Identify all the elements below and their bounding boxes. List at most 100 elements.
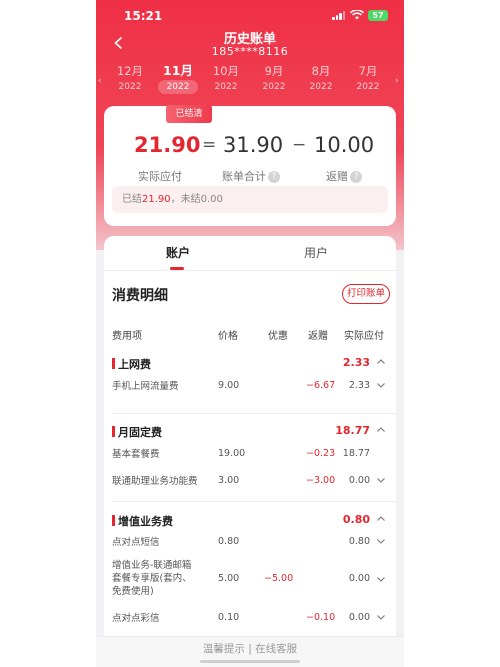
footer-divider: | bbox=[248, 643, 252, 655]
divider bbox=[104, 270, 396, 271]
month-label: 12月 bbox=[116, 64, 144, 78]
group-total: 2.33 bbox=[342, 356, 370, 369]
signal-icon bbox=[332, 11, 346, 20]
wifi-icon bbox=[350, 10, 364, 20]
item-price: 9.00 bbox=[218, 380, 240, 391]
month-year: 2022 bbox=[158, 80, 198, 94]
group-name: 上网费 bbox=[118, 358, 151, 371]
month-year: 2022 bbox=[118, 82, 142, 92]
total-label-wrap: 账单合计? bbox=[222, 168, 280, 184]
month-tab[interactable]: 9月 2022 bbox=[254, 62, 294, 94]
actual-amount: 21.90 bbox=[134, 133, 201, 157]
item-gift: −6.67 bbox=[306, 380, 336, 391]
unsettled-text: ，未结0.00 bbox=[170, 194, 223, 205]
chevron-down-icon[interactable] bbox=[376, 612, 386, 622]
item-name: 基本套餐费 bbox=[112, 449, 160, 460]
table-header: 费用项 价格 优惠 返赠 实际应付 bbox=[104, 327, 396, 342]
item-name: 手机上网流量费 bbox=[112, 381, 179, 392]
month-scroll-right-icon[interactable]: › bbox=[395, 76, 399, 86]
month-tab-active[interactable]: 11月 2022 bbox=[158, 62, 198, 94]
print-bill-button[interactable]: 打印账单 bbox=[342, 284, 390, 304]
group-row[interactable]: 月固定费 18.77 bbox=[104, 424, 396, 440]
total-label: 账单合计 bbox=[222, 170, 266, 183]
month-label: 11月 bbox=[163, 63, 193, 78]
item-pay: 0.00 bbox=[348, 475, 370, 486]
item-price: 3.00 bbox=[218, 475, 240, 486]
chevron-up-icon[interactable] bbox=[376, 357, 386, 367]
minus-sign: − bbox=[292, 135, 307, 155]
divider bbox=[112, 413, 396, 414]
item-pay: 0.00 bbox=[348, 573, 370, 584]
chevron-up-icon[interactable] bbox=[376, 425, 386, 435]
gift-label-wrap: 返赠? bbox=[326, 168, 362, 184]
divider bbox=[112, 501, 396, 502]
header-gift: 返赠 bbox=[308, 331, 328, 342]
question-icon[interactable]: ? bbox=[350, 171, 362, 183]
header-name: 费用项 bbox=[112, 331, 142, 342]
chevron-down-icon[interactable] bbox=[376, 475, 386, 485]
month-year: 2022 bbox=[262, 82, 286, 92]
month-tab[interactable]: 8月 2022 bbox=[301, 62, 341, 94]
equals-sign: = bbox=[202, 135, 217, 155]
group-row[interactable]: 上网费 2.33 bbox=[104, 356, 396, 372]
question-icon[interactable]: ? bbox=[268, 171, 280, 183]
home-indicator bbox=[200, 660, 300, 663]
status-bar: 15:21 57 bbox=[96, 0, 404, 30]
tab-user[interactable]: 用户 bbox=[304, 244, 328, 261]
group-name: 增值业务费 bbox=[118, 515, 173, 528]
item-price: 5.00 bbox=[218, 573, 240, 584]
month-label: 7月 bbox=[358, 64, 378, 78]
online-service-link[interactable]: 在线客服 bbox=[255, 643, 297, 655]
chevron-down-icon[interactable] bbox=[376, 574, 386, 584]
settled-prefix: 已结 bbox=[122, 194, 142, 205]
month-selector: 12月 2022 11月 2022 10月 2022 9月 2022 8月 20… bbox=[96, 62, 404, 100]
header-discount: 优惠 bbox=[268, 331, 288, 342]
item-pay: 18.77 bbox=[342, 448, 370, 459]
month-year: 2022 bbox=[356, 82, 380, 92]
footer-links: 温馨提示 | 在线客服 bbox=[96, 641, 404, 656]
item-name: 增值业务-联通邮箱套餐专享版(套内、免费使用) bbox=[112, 560, 192, 597]
item-discount: −5.00 bbox=[264, 573, 294, 584]
detail-tabs: 账户 用户 bbox=[104, 236, 396, 270]
month-label: 8月 bbox=[311, 64, 331, 78]
month-label: 10月 bbox=[212, 64, 240, 78]
header-price: 价格 bbox=[218, 331, 238, 342]
chevron-down-icon[interactable] bbox=[376, 536, 386, 546]
gift-amount: 10.00 bbox=[314, 133, 375, 157]
tips-link[interactable]: 温馨提示 bbox=[203, 643, 245, 655]
settled-badge: 已结清 bbox=[166, 105, 212, 123]
month-tab[interactable]: 12月 2022 bbox=[110, 62, 150, 94]
group-total: 18.77 bbox=[335, 424, 370, 437]
group-marker bbox=[112, 358, 115, 369]
group-row[interactable]: 增值业务费 0.80 bbox=[104, 513, 396, 529]
month-year: 2022 bbox=[214, 82, 238, 92]
gift-label: 返赠 bbox=[326, 170, 348, 183]
item-price: 0.80 bbox=[218, 536, 240, 547]
bill-total-amount: 31.90 bbox=[223, 133, 284, 157]
item-gift: −0.23 bbox=[306, 448, 336, 459]
item-gift: −3.00 bbox=[306, 475, 336, 486]
item-name: 点对点彩信 bbox=[112, 613, 160, 624]
status-time: 15:21 bbox=[124, 9, 163, 23]
item-name: 点对点短信 bbox=[112, 537, 160, 548]
item-price: 19.00 bbox=[218, 448, 246, 459]
chevron-up-icon[interactable] bbox=[376, 514, 386, 524]
actual-label: 实际应付 bbox=[138, 170, 182, 183]
header-pay: 实际应付 bbox=[344, 331, 384, 342]
item-name: 联通助理业务功能费 bbox=[112, 476, 198, 487]
detail-title: 消费明细 bbox=[112, 288, 168, 304]
item-pay: 0.80 bbox=[348, 536, 370, 547]
group-total: 0.80 bbox=[342, 513, 370, 526]
item-pay: 2.33 bbox=[348, 380, 370, 391]
month-tab[interactable]: 10月 2022 bbox=[206, 62, 246, 94]
tab-account[interactable]: 账户 bbox=[166, 244, 190, 261]
item-gift: −0.10 bbox=[306, 612, 336, 623]
month-year: 2022 bbox=[309, 82, 333, 92]
battery-icon: 57 bbox=[368, 10, 388, 21]
item-price: 0.10 bbox=[218, 612, 240, 623]
group-marker bbox=[112, 426, 115, 437]
chevron-down-icon[interactable] bbox=[376, 380, 386, 390]
month-tab[interactable]: 7月 2022 bbox=[348, 62, 388, 94]
item-pay: 0.00 bbox=[348, 612, 370, 623]
phone-number: 185****8116 bbox=[211, 45, 289, 58]
